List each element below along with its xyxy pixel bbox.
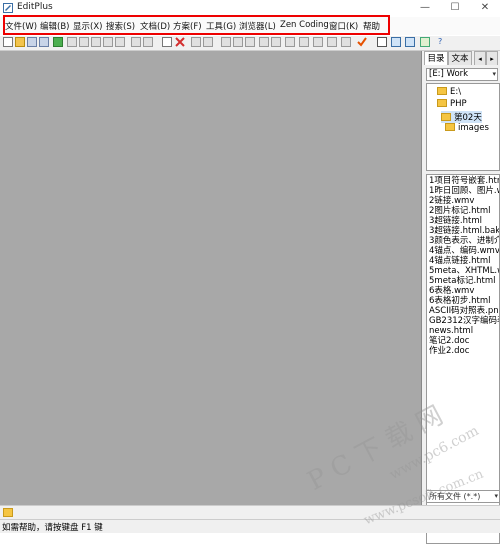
copy-icon[interactable] xyxy=(103,37,113,47)
status-bar: 如需帮助，请按键盘 F1 键 xyxy=(0,519,500,533)
list-item[interactable]: ASCII码对照表.png xyxy=(429,306,499,316)
folder-icon xyxy=(437,99,447,107)
list-item[interactable]: 作业2.doc xyxy=(429,346,469,356)
folder-icon xyxy=(437,87,447,95)
chevron-down-icon: ▾ xyxy=(492,70,496,78)
list-item[interactable]: 5meta标记.html xyxy=(429,276,496,286)
tab-directory[interactable]: 目录 xyxy=(424,51,448,65)
window-title: EditPlus xyxy=(17,2,53,12)
browser-icon[interactable] xyxy=(313,37,323,47)
toggle-view-icon[interactable] xyxy=(377,37,387,47)
settings-icon[interactable] xyxy=(420,37,430,47)
page-icon[interactable] xyxy=(162,37,172,47)
folder-open-icon xyxy=(441,113,451,121)
list-item[interactable]: 5meta、XHTML.wm xyxy=(429,266,499,276)
indent-icon[interactable] xyxy=(259,37,269,47)
format-icon[interactable] xyxy=(131,37,141,47)
split-icon[interactable] xyxy=(405,37,415,47)
panel-tabs: 目录 文本 ◂ ▸ xyxy=(422,51,500,65)
find-icon[interactable] xyxy=(221,37,231,47)
tree-node-php[interactable]: PHP xyxy=(437,99,467,109)
ruler-icon[interactable] xyxy=(299,37,309,47)
new-file-icon[interactable] xyxy=(3,37,13,47)
toolbar: ? xyxy=(0,36,500,51)
undo-icon[interactable] xyxy=(191,37,201,47)
list-item[interactable]: 笔记2.doc xyxy=(429,336,469,346)
list-item[interactable]: GB2312汉字编码表. xyxy=(429,316,499,326)
tree-node-drive[interactable]: E:\ xyxy=(437,87,461,97)
paste-icon[interactable] xyxy=(115,37,125,47)
syntax-icon[interactable] xyxy=(327,37,337,47)
list-item[interactable]: 6表格初步.html xyxy=(429,296,490,306)
word-wrap-icon[interactable] xyxy=(285,37,295,47)
list-item[interactable]: 3超链接.html.bak xyxy=(429,226,499,236)
folder-icon xyxy=(445,123,455,131)
save-all-icon[interactable] xyxy=(39,37,49,47)
close-button[interactable]: ✕ xyxy=(470,0,500,16)
delete-icon[interactable] xyxy=(175,37,185,47)
status-text: 如需帮助，请按键盘 F1 键 xyxy=(2,523,103,533)
function-list-icon[interactable] xyxy=(341,37,351,47)
goto-icon[interactable] xyxy=(245,37,255,47)
print-preview-icon[interactable] xyxy=(67,37,77,47)
folder-tree: E:\ PHP 第02天 images xyxy=(426,83,500,171)
check-icon[interactable] xyxy=(357,37,367,47)
title-bar: EditPlus — ☐ ✕ xyxy=(0,0,500,16)
tab-scroll-right-icon[interactable]: ▸ xyxy=(486,51,498,65)
list-item[interactable]: 4锚点链接.html xyxy=(429,256,490,266)
tab-text[interactable]: 文本 xyxy=(448,51,472,65)
list-item[interactable]: news.html xyxy=(429,326,473,336)
replace-icon[interactable] xyxy=(233,37,243,47)
drive-select-value: [E:] Work xyxy=(429,69,469,79)
list-item[interactable]: 2链接.wmv xyxy=(429,196,474,206)
open-icon[interactable] xyxy=(15,37,25,47)
list-item[interactable]: 4锚点、编码.wmv xyxy=(429,246,499,256)
editplus-app-icon xyxy=(3,3,13,13)
window-icon[interactable] xyxy=(391,37,401,47)
chevron-down-icon: ▾ xyxy=(494,492,498,500)
minimize-button[interactable]: — xyxy=(410,0,440,16)
menu-highlight-box xyxy=(3,15,390,35)
help-icon[interactable]: ? xyxy=(438,37,448,47)
cut-icon[interactable] xyxy=(91,37,101,47)
folder-icon[interactable] xyxy=(3,508,13,517)
save-icon[interactable] xyxy=(27,37,37,47)
print-icon[interactable] xyxy=(53,37,63,47)
tree-node-day02[interactable]: 第02天 xyxy=(441,111,482,123)
list-item[interactable]: 2图片标记.html xyxy=(429,206,490,216)
list-item[interactable]: 6表格.wmv xyxy=(429,286,474,296)
document-tab-strip xyxy=(0,505,500,520)
tab-scroll-left-icon[interactable]: ◂ xyxy=(474,51,486,65)
check-mark-icon[interactable] xyxy=(143,37,153,47)
redo-icon[interactable] xyxy=(203,37,213,47)
list-item[interactable]: 3超链接.html xyxy=(429,216,482,226)
list-item[interactable]: 3颜色表示、进制介绍 xyxy=(429,236,499,246)
maximize-button[interactable]: ☐ xyxy=(440,0,470,16)
list-item[interactable]: 1项目符号嵌套.html xyxy=(429,176,499,186)
outdent-icon[interactable] xyxy=(271,37,281,47)
drive-select[interactable]: [E:] Work ▾ xyxy=(426,68,498,81)
spellcheck-icon[interactable] xyxy=(79,37,89,47)
tree-node-images[interactable]: images xyxy=(445,123,489,133)
list-item[interactable]: 1昨日回顾、图片.wm xyxy=(429,186,499,196)
